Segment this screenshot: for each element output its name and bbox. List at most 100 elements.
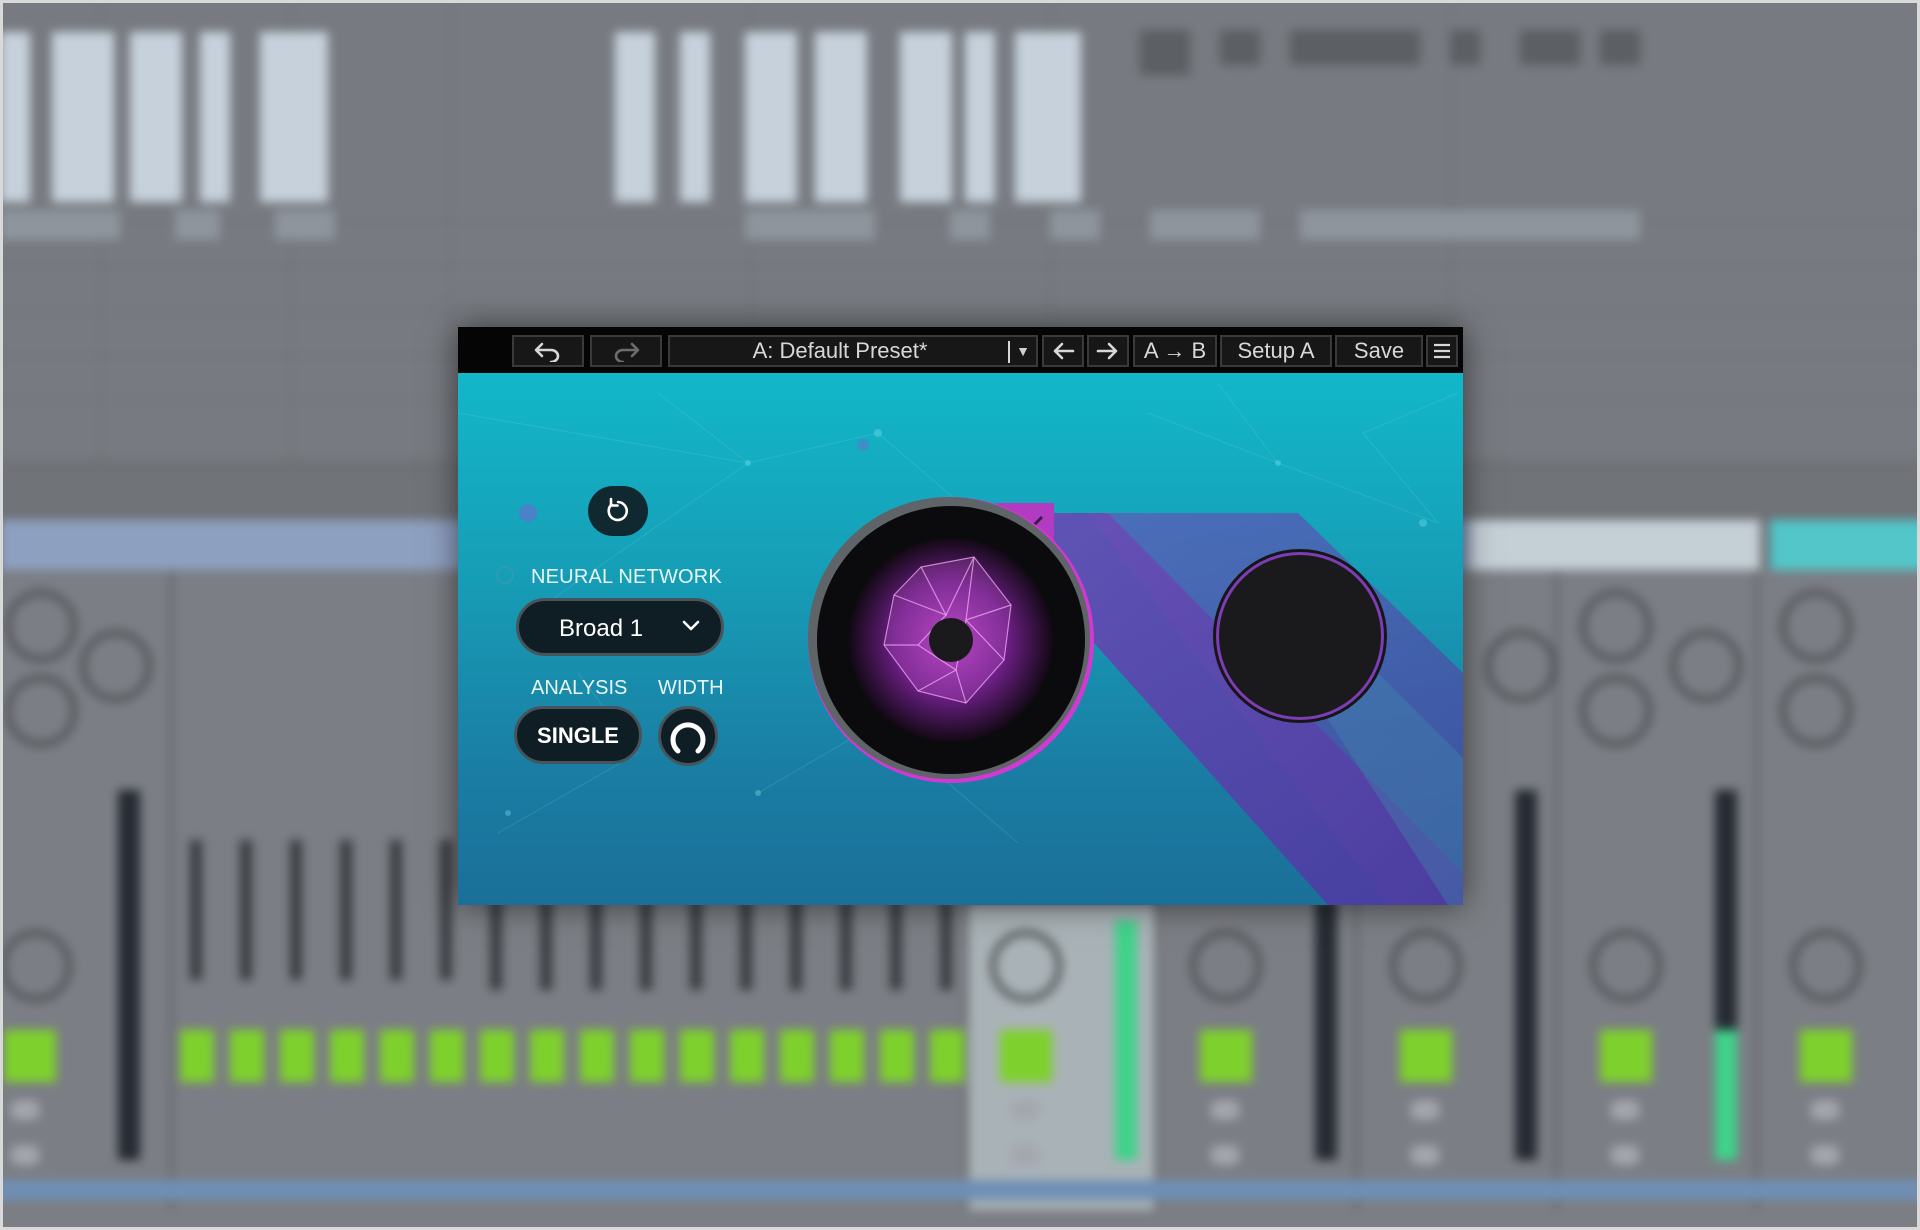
channel-number: [880, 1030, 914, 1082]
mixer-toggle: [1210, 1100, 1240, 1120]
strip-separator: [1755, 570, 1758, 1210]
channel-number: [330, 1030, 364, 1082]
knob: [1580, 590, 1652, 662]
level-meter-active: [1115, 920, 1137, 1160]
midi-clip: [1520, 30, 1580, 65]
mixer-toggle: [1410, 1145, 1440, 1165]
fader: [790, 900, 802, 990]
level-meter: [1315, 900, 1337, 1160]
undo-button[interactable]: [512, 335, 584, 367]
copy-a-to-b-button[interactable]: A → B: [1133, 335, 1217, 367]
midi-clip: [1450, 30, 1480, 65]
grid-line: [0, 310, 1920, 312]
channel-number: [430, 1030, 464, 1082]
midi-clip: [965, 32, 995, 202]
mixer-toggle: [1410, 1100, 1440, 1120]
midi-clip: [615, 32, 655, 202]
clip-lane: [275, 210, 335, 240]
midi-clip: [0, 32, 30, 202]
midi-clip: [745, 32, 797, 202]
knob: [5, 675, 77, 747]
width-knob[interactable]: [658, 706, 718, 766]
redo-button[interactable]: [590, 335, 662, 367]
channel-number: [1800, 1030, 1852, 1082]
midi-clip: [1600, 30, 1640, 65]
midi-clip: [815, 32, 867, 202]
track-header-row: [1770, 520, 1920, 570]
channel-number: [680, 1030, 714, 1082]
channel-number: [380, 1030, 414, 1082]
plugin-canvas: NEURAL NETWORK Broad 1 ANALYSIS WIDTH SI…: [458, 373, 1463, 905]
save-button[interactable]: Save: [1335, 335, 1423, 367]
clip-lane: [745, 210, 875, 240]
channel-number: [230, 1030, 264, 1082]
knob: [1780, 675, 1852, 747]
plugin-toolbar: A: Default Preset* ▼ A → B Setup A Save: [458, 327, 1463, 373]
midi-clip: [200, 32, 230, 202]
grid-line: [0, 265, 1920, 267]
midi-clip: [1015, 32, 1081, 202]
analysis-mode-value: SINGLE: [537, 723, 619, 748]
mixer-toggle: [1010, 1100, 1040, 1120]
width-label: WIDTH: [658, 677, 724, 699]
level-meter: [1515, 790, 1537, 1160]
pan-knob: [1790, 930, 1862, 1002]
channel-number: [530, 1030, 564, 1082]
preset-selector[interactable]: A: Default Preset* ▼: [668, 335, 1038, 367]
knob: [1485, 630, 1557, 702]
output-display: [1216, 552, 1384, 720]
channel-number: [4, 1030, 56, 1082]
analysis-mode-button[interactable]: SINGLE: [514, 706, 642, 764]
fader: [290, 840, 302, 980]
track-header-row: [1470, 520, 1760, 570]
fader: [190, 840, 202, 980]
fader: [590, 900, 602, 990]
fader: [640, 900, 652, 990]
clip-lane: [1300, 210, 1640, 240]
midi-clip: [1140, 30, 1190, 75]
channel-number: [780, 1030, 814, 1082]
analysis-label: ANALYSIS: [531, 677, 628, 699]
triangle-down-icon: ▼: [1016, 343, 1030, 359]
channel-number: [480, 1030, 514, 1082]
clip-lane: [175, 210, 220, 240]
midi-clip: [260, 32, 328, 202]
clip-lane: [1150, 210, 1260, 240]
channel-number: [280, 1030, 314, 1082]
setup-button[interactable]: Setup A: [1220, 335, 1332, 367]
mixer-toggle: [1610, 1145, 1640, 1165]
arrow-left-icon: [1053, 342, 1075, 360]
channel-number: [930, 1030, 964, 1082]
neural-network-dropdown[interactable]: Broad 1: [516, 598, 724, 656]
knob: [1780, 590, 1852, 662]
fader: [490, 900, 502, 990]
fader: [240, 840, 252, 980]
fader: [390, 840, 402, 980]
text-caret: [1008, 341, 1010, 363]
knob: [1670, 630, 1742, 702]
next-preset-button[interactable]: [1087, 335, 1129, 367]
mixer-toggle: [10, 1100, 40, 1120]
mixer-toggle: [1810, 1100, 1840, 1120]
reset-button[interactable]: [588, 486, 648, 536]
midi-clip: [130, 32, 182, 202]
level-meter: [118, 790, 140, 1160]
pan-knob: [1190, 930, 1262, 1002]
pan-knob: [1390, 930, 1462, 1002]
reset-icon: [607, 497, 628, 522]
previous-preset-button[interactable]: [1042, 335, 1084, 367]
midi-clip: [680, 32, 710, 202]
knob-arc: [670, 722, 706, 754]
channel-number: [180, 1030, 214, 1082]
mixer-toggle: [10, 1145, 40, 1165]
fader: [690, 900, 702, 990]
fader: [440, 840, 452, 980]
analysis-display[interactable]: [806, 495, 1096, 785]
channel-number: [830, 1030, 864, 1082]
fader: [940, 900, 952, 990]
mixer-toggle: [1610, 1100, 1640, 1120]
pan-knob: [1590, 930, 1662, 1002]
menu-button[interactable]: [1426, 335, 1458, 367]
chevron-down-icon: [682, 620, 700, 631]
fader: [540, 900, 552, 990]
